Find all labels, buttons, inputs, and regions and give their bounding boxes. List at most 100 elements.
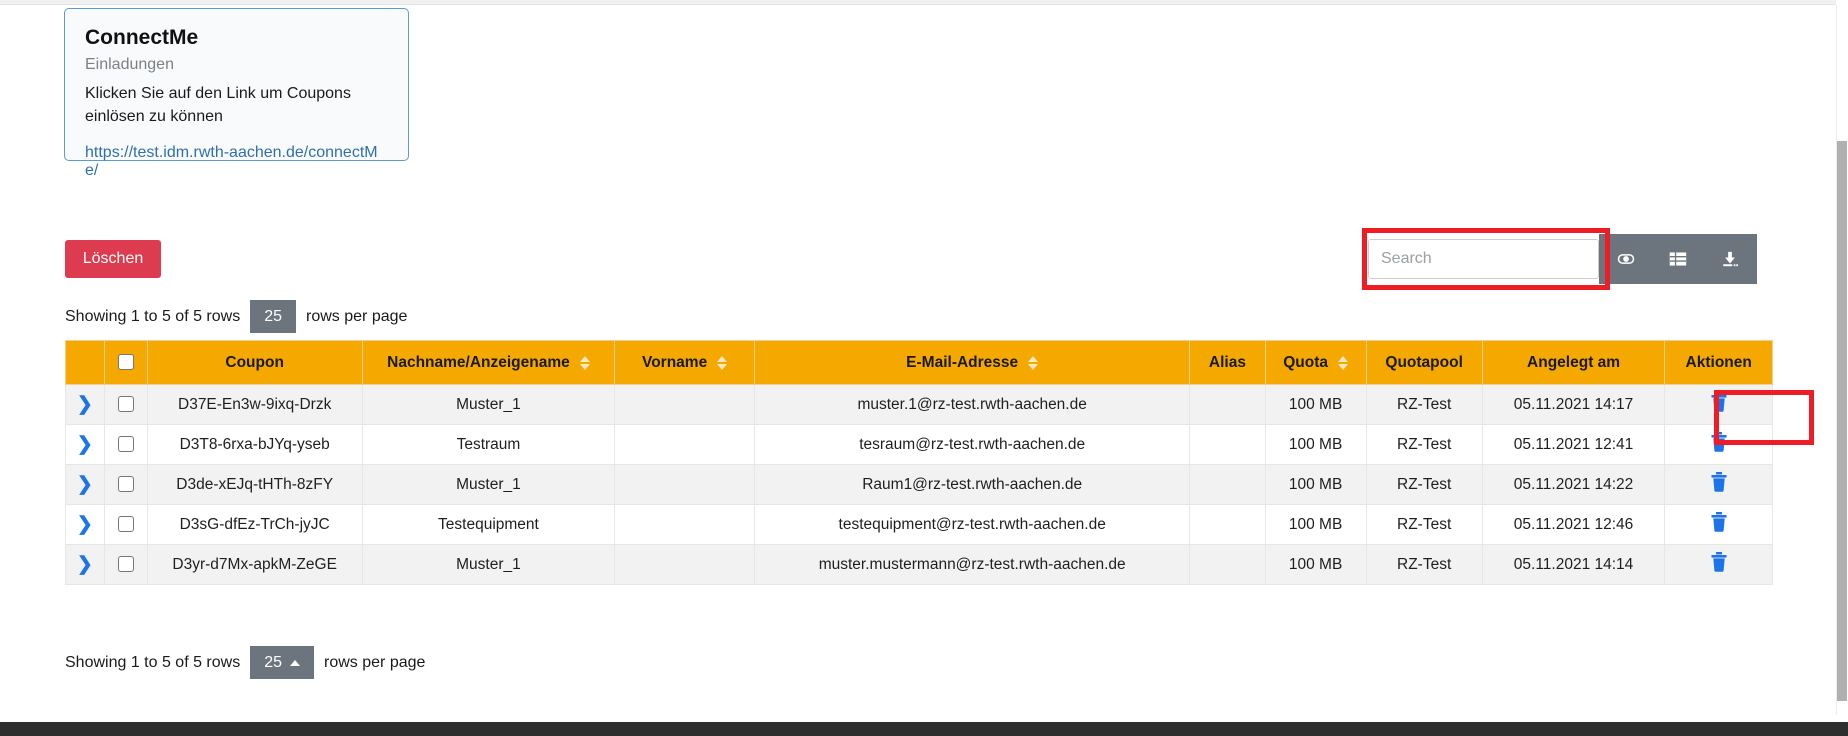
info-card-title: ConnectMe [85, 25, 388, 51]
cell-actions [1665, 545, 1773, 585]
info-card-body: Klicken Sie auf den Link um Coupons einl… [85, 82, 388, 128]
table-header-select-all[interactable] [104, 341, 147, 385]
table-header-coupon[interactable]: Coupon [147, 341, 362, 385]
table-header-email[interactable]: E-Mail-Adresse [755, 341, 1190, 385]
table-header-coupon-label: Coupon [225, 354, 284, 372]
table-header-quotapool-label: Quotapool [1385, 354, 1463, 372]
cell-email: muster.1@rz-test.rwth-aachen.de [755, 385, 1190, 425]
connectme-link[interactable]: https://test.idm.rwth-aachen.de/connectM… [85, 144, 388, 180]
table-header-quota[interactable]: Quota [1265, 341, 1366, 385]
row-expand-cell[interactable]: ❯ [66, 385, 105, 425]
chevron-right-icon[interactable]: ❯ [77, 395, 93, 414]
cell-actions [1665, 425, 1773, 465]
pagination-summary-bottom: Showing 1 to 5 of 5 rows 25 rows per pag… [65, 646, 425, 679]
delete-row-icon[interactable] [1709, 391, 1729, 413]
rows-per-page-value-top: 25 [264, 308, 282, 326]
table-header-angelegt-am-label: Angelegt am [1527, 354, 1620, 372]
cell-nachname: Muster_1 [362, 465, 615, 505]
cell-vorname [615, 465, 755, 505]
coupons-table: Coupon Nachname/Anzeigename Vorname [65, 340, 1773, 585]
cell-alias [1190, 425, 1265, 465]
row-select-cell[interactable] [104, 425, 147, 465]
cell-quotapool: RZ-Test [1366, 545, 1482, 585]
table-body: ❯D37E-En3w-9ixq-DrzkMuster_1muster.1@rz-… [66, 385, 1773, 585]
cell-angelegt-am: 05.11.2021 14:14 [1482, 545, 1665, 585]
cell-angelegt-am: 05.11.2021 14:17 [1482, 385, 1665, 425]
chevron-right-icon[interactable]: ❯ [77, 435, 93, 454]
cell-email: testequipment@rz-test.rwth-aachen.de [755, 505, 1190, 545]
row-expand-cell[interactable]: ❯ [66, 545, 105, 585]
delete-row-icon[interactable] [1709, 471, 1729, 493]
cell-nachname: Testraum [362, 425, 615, 465]
table-header-aktionen-label: Aktionen [1686, 354, 1752, 372]
info-card-subtitle: Einladungen [85, 55, 388, 76]
cell-quotapool: RZ-Test [1366, 465, 1482, 505]
sort-arrows-icon[interactable] [717, 356, 727, 370]
cell-alias [1190, 505, 1265, 545]
table-header-nachname-label: Nachname/Anzeigename [387, 354, 570, 372]
cell-nachname: Muster_1 [362, 545, 615, 585]
vertical-scrollbar-track[interactable] [1836, 5, 1848, 715]
table-header-expand [66, 341, 105, 385]
select-all-checkbox[interactable] [118, 354, 134, 370]
cell-email: muster.mustermann@rz-test.rwth-aachen.de [755, 545, 1190, 585]
rows-per-page-select-top[interactable]: 25 [250, 300, 296, 333]
columns-icon[interactable] [1663, 244, 1693, 274]
table-toolbar [1368, 234, 1757, 284]
row-select-cell[interactable] [104, 545, 147, 585]
cell-actions [1665, 465, 1773, 505]
delete-row-icon[interactable] [1709, 551, 1729, 573]
showing-text-top: Showing 1 to 5 of 5 rows [65, 308, 240, 326]
row-checkbox[interactable] [118, 476, 134, 492]
cell-quota: 100 MB [1265, 545, 1366, 585]
delete-row-icon[interactable] [1709, 511, 1729, 533]
table-header-nachname[interactable]: Nachname/Anzeigename [362, 341, 615, 385]
cell-angelegt-am: 05.11.2021 12:46 [1482, 505, 1665, 545]
toggle-view-icon[interactable] [1611, 244, 1641, 274]
cell-coupon: D3T8-6rxa-bJYq-yseb [147, 425, 362, 465]
chevron-right-icon[interactable]: ❯ [77, 515, 93, 534]
chevron-right-icon[interactable]: ❯ [77, 475, 93, 494]
table-header-angelegt-am[interactable]: Angelegt am [1482, 341, 1665, 385]
cell-angelegt-am: 05.11.2021 12:41 [1482, 425, 1665, 465]
delete-row-icon[interactable] [1709, 431, 1729, 453]
cell-email: Raum1@rz-test.rwth-aachen.de [755, 465, 1190, 505]
rows-per-page-value-bottom: 25 [264, 654, 282, 672]
row-checkbox[interactable] [118, 396, 134, 412]
export-download-icon[interactable] [1715, 244, 1745, 274]
row-checkbox[interactable] [118, 436, 134, 452]
cell-nachname: Muster_1 [362, 385, 615, 425]
cell-alias [1190, 465, 1265, 505]
table-header-alias[interactable]: Alias [1190, 341, 1265, 385]
rows-per-page-select-bottom[interactable]: 25 [250, 646, 314, 679]
row-select-cell[interactable] [104, 505, 147, 545]
chevron-right-icon[interactable]: ❯ [77, 555, 93, 574]
table-row: ❯D3T8-6rxa-bJYq-ysebTestraumtesraum@rz-t… [66, 425, 1773, 465]
table-header-quotapool[interactable]: Quotapool [1366, 341, 1482, 385]
cell-nachname: Testequipment [362, 505, 615, 545]
cell-coupon: D37E-En3w-9ixq-Drzk [147, 385, 362, 425]
window-bottom-bar [0, 722, 1848, 736]
sort-arrows-icon[interactable] [1338, 356, 1348, 370]
row-checkbox[interactable] [118, 516, 134, 532]
row-expand-cell[interactable]: ❯ [66, 425, 105, 465]
search-box[interactable] [1368, 239, 1599, 279]
row-select-cell[interactable] [104, 385, 147, 425]
cell-coupon: D3yr-d7Mx-apkM-ZeGE [147, 545, 362, 585]
cell-actions [1665, 505, 1773, 545]
row-expand-cell[interactable]: ❯ [66, 505, 105, 545]
cell-quotapool: RZ-Test [1366, 385, 1482, 425]
table-header-vorname[interactable]: Vorname [615, 341, 755, 385]
search-input[interactable] [1369, 240, 1598, 278]
sort-arrows-icon[interactable] [1028, 356, 1038, 370]
row-select-cell[interactable] [104, 465, 147, 505]
toolbar-icon-group [1599, 234, 1757, 284]
sort-arrows-icon[interactable] [580, 356, 590, 370]
cell-coupon: D3de-xEJq-tHTh-8zFY [147, 465, 362, 505]
row-checkbox[interactable] [118, 556, 134, 572]
vertical-scrollbar-thumb[interactable] [1837, 141, 1847, 701]
cell-alias [1190, 385, 1265, 425]
row-expand-cell[interactable]: ❯ [66, 465, 105, 505]
delete-button[interactable]: Löschen [65, 240, 161, 278]
rows-per-page-label-bottom: rows per page [324, 654, 425, 672]
